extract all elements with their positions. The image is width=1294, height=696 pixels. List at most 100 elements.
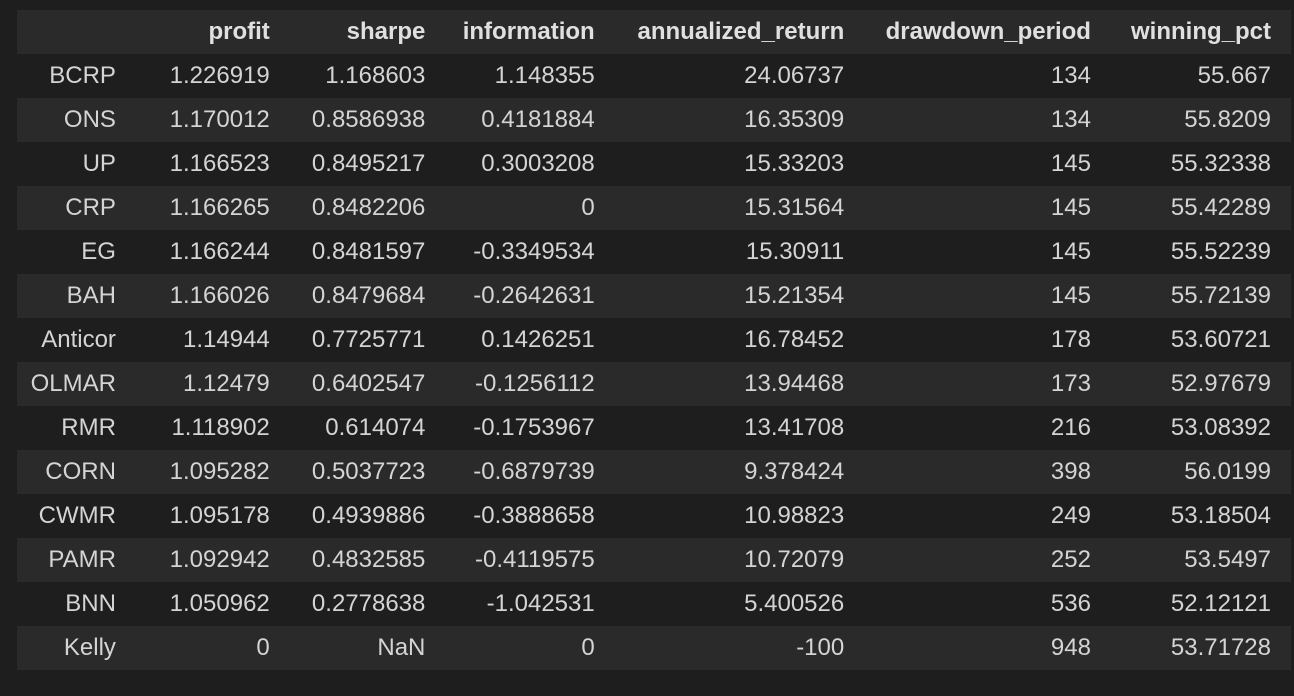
cell-winning-pct: 53.5497: [1184, 546, 1271, 573]
table-row: ONS 1.170012 0.8586938 0.4181884 16.35309 134…: [17, 98, 1291, 142]
cell-annualized-return: -100: [796, 634, 845, 661]
table-row: BAH 1.166026 0.8479684 -0.2642631 15.21354 14…: [17, 274, 1291, 318]
cell-winning-pct: 55.667: [1197, 62, 1271, 89]
cell-annualized-return: 10.72079: [744, 546, 845, 573]
cell-annualized-return: 5.400526: [744, 590, 845, 617]
table-row: CORN 1.095282 0.5037723 -0.6879739 9.378424 3…: [17, 450, 1291, 494]
table-header: profit sharpe information annualized_ret…: [17, 10, 1291, 54]
cell-sharpe: 0.5037723: [311, 458, 426, 485]
cell-winning-pct: 53.08392: [1170, 414, 1271, 441]
row-index-label: Anticor: [41, 326, 116, 353]
cell-sharpe: 1.168603: [325, 62, 426, 89]
cell-information: -0.1753967: [473, 414, 595, 441]
cell-sharpe: 0.4939886: [311, 502, 426, 529]
cell-annualized-return: 9.378424: [744, 458, 845, 485]
row-index-label: CRP: [65, 194, 116, 221]
cell-information: 0: [581, 634, 595, 661]
table-row: BNN 1.050962 0.2778638 -1.042531 5.400526 536…: [17, 582, 1291, 626]
cell-winning-pct: 55.32338: [1170, 150, 1271, 177]
cell-information: -0.4119575: [475, 546, 595, 573]
column-header-drawdown-period: drawdown_period: [885, 18, 1091, 45]
results-table: profit sharpe information annualized_ret…: [17, 10, 1291, 670]
cell-drawdown-period: 134: [1050, 106, 1091, 133]
cell-drawdown-period: 948: [1050, 634, 1091, 661]
cell-annualized-return: 15.30911: [745, 238, 845, 265]
cell-drawdown-period: 145: [1050, 194, 1091, 221]
cell-profit: 1.166523: [169, 150, 270, 177]
cell-profit: 1.170012: [169, 106, 270, 133]
cell-annualized-return: 13.94468: [744, 370, 845, 397]
cell-drawdown-period: 145: [1050, 150, 1091, 177]
cell-drawdown-period: 145: [1050, 238, 1091, 265]
cell-drawdown-period: 145: [1050, 282, 1091, 309]
column-header-sharpe: sharpe: [346, 18, 426, 45]
cell-information: 0.4181884: [481, 106, 595, 133]
row-index-label: BCRP: [49, 62, 116, 89]
cell-drawdown-period: 173: [1050, 370, 1091, 397]
cell-information: -0.1256112: [475, 370, 595, 397]
cell-profit: 1.050962: [169, 590, 270, 617]
cell-winning-pct: 53.18504: [1170, 502, 1271, 529]
row-index-label: ONS: [63, 106, 116, 133]
row-index-label: BAH: [66, 282, 116, 309]
cell-winning-pct: 55.72139: [1170, 282, 1271, 309]
table-row: CRP 1.166265 0.8482206 0 15.31564 145 55.42289: [17, 186, 1291, 230]
cell-winning-pct: 56.0199: [1184, 458, 1271, 485]
cell-drawdown-period: 249: [1050, 502, 1091, 529]
index-header: [17, 10, 136, 54]
cell-information: 0.3003208: [481, 150, 595, 177]
column-header-winning-pct: winning_pct: [1131, 18, 1271, 45]
cell-information: -0.3888658: [473, 502, 595, 529]
cell-information: -0.3349534: [473, 238, 595, 265]
cell-information: -0.6879739: [473, 458, 595, 485]
cell-information: 1.148355: [494, 62, 595, 89]
cell-sharpe: 0.7725771: [311, 326, 426, 353]
column-header-annualized-return: annualized_return: [637, 18, 845, 45]
row-index-label: UP: [82, 150, 116, 177]
row-index-label: EG: [81, 238, 116, 265]
cell-profit: 1.166265: [169, 194, 270, 221]
cell-winning-pct: 52.12121: [1170, 590, 1271, 617]
cell-profit: 0: [256, 634, 270, 661]
table-body: BCRP 1.226919 1.168603 1.148355 24.06737 134 5…: [17, 54, 1291, 670]
cell-profit: 1.166026: [169, 282, 270, 309]
cell-profit: 1.118902: [171, 414, 270, 441]
table-row: EG 1.166244 0.8481597 -0.3349534 15.30911 145…: [17, 230, 1291, 274]
cell-profit: 1.12479: [183, 370, 270, 397]
table-row: Anticor 1.14944 0.7725771 0.1426251 16.78452…: [17, 318, 1291, 362]
table-row: PAMR 1.092942 0.4832585 -0.4119575 10.72079 2…: [17, 538, 1291, 582]
cell-profit: 1.095178: [169, 502, 270, 529]
table-row: UP 1.166523 0.8495217 0.3003208 15.33203 145 5…: [17, 142, 1291, 186]
row-index-label: PAMR: [48, 546, 116, 573]
column-header-information: information: [462, 18, 595, 45]
cell-information: -1.042531: [486, 590, 595, 617]
cell-information: -0.2642631: [473, 282, 595, 309]
table-row: RMR 1.118902 0.614074 -0.1753967 13.41708 216…: [17, 406, 1291, 450]
cell-annualized-return: 15.33203: [744, 150, 845, 177]
dataframe-output: profit sharpe information annualized_ret…: [17, 10, 1291, 670]
row-index-label: BNN: [65, 590, 116, 617]
cell-annualized-return: 16.35309: [744, 106, 845, 133]
column-header-profit: profit: [208, 18, 270, 45]
cell-sharpe: 0.6402547: [311, 370, 426, 397]
cell-sharpe: 0.2778638: [311, 590, 426, 617]
cell-profit: 1.226919: [169, 62, 270, 89]
cell-information: 0.1426251: [481, 326, 595, 353]
table-row: OLMAR 1.12479 0.6402547 -0.1256112 13.94468 1…: [17, 362, 1291, 406]
cell-profit: 1.14944: [183, 326, 270, 353]
cell-drawdown-period: 134: [1050, 62, 1091, 89]
cell-sharpe: 0.8479684: [311, 282, 426, 309]
header-row: profit sharpe information annualized_ret…: [17, 10, 1291, 54]
row-index-label: CORN: [45, 458, 116, 485]
cell-annualized-return: 15.31564: [744, 194, 845, 221]
cell-winning-pct: 53.60721: [1170, 326, 1271, 353]
table-row: CWMR 1.095178 0.4939886 -0.3888658 10.98823 2…: [17, 494, 1291, 538]
cell-sharpe: NaN: [377, 634, 426, 661]
cell-annualized-return: 10.98823: [744, 502, 845, 529]
row-index-label: RMR: [61, 414, 116, 441]
cell-annualized-return: 24.06737: [744, 62, 845, 89]
row-index-label: CWMR: [38, 502, 116, 529]
cell-drawdown-period: 178: [1050, 326, 1091, 353]
cell-winning-pct: 53.71728: [1170, 634, 1271, 661]
cell-drawdown-period: 252: [1050, 546, 1091, 573]
